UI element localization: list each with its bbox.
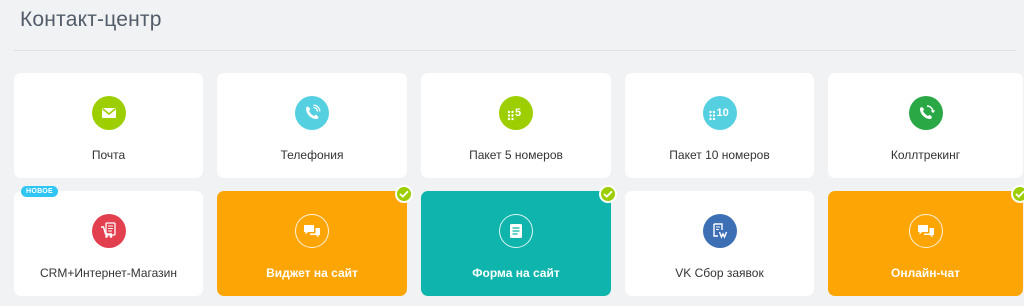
tile-site-form[interactable]: Форма на сайт <box>421 185 617 296</box>
tile-label: Почта <box>91 148 126 162</box>
tile-site-widget[interactable]: Виджет на сайт <box>217 185 413 296</box>
tile-calltracking[interactable]: Коллтрекинг <box>828 73 1023 178</box>
chat-bubbles-icon <box>295 214 329 248</box>
phone-icon <box>295 96 329 130</box>
connected-check-icon <box>599 185 617 203</box>
five-numbers-icon: 5 <box>499 96 533 130</box>
shop-cart-icon <box>91 214 126 248</box>
calltracking-icon <box>908 96 943 130</box>
tile-online-chat[interactable]: Онлайн-чат <box>828 185 1024 296</box>
tile-label: Виджет на сайт <box>266 266 358 280</box>
tile-package-10-numbers[interactable]: 10 Пакет 10 номеров <box>625 73 814 178</box>
form-icon <box>499 214 533 248</box>
tile-label: CRM+Интернет-Магазин <box>40 266 177 280</box>
new-badge: НОВОЕ <box>21 186 58 197</box>
page-title: Контакт-центр <box>20 8 162 31</box>
tile-label: Форма на сайт <box>472 266 560 280</box>
connected-check-icon <box>1011 185 1024 203</box>
tile-label: Онлайн-чат <box>890 266 961 280</box>
svg-text:5: 5 <box>515 107 521 119</box>
tile-vk-leads[interactable]: VK Сбор заявок <box>625 191 814 296</box>
tile-telephony[interactable]: Телефония <box>217 73 407 178</box>
vk-leads-icon <box>702 214 737 248</box>
tile-label: Телефония <box>280 148 344 162</box>
tile-mail[interactable]: Почта <box>14 73 203 178</box>
connected-check-icon <box>395 185 413 203</box>
chat-bubbles-icon <box>908 214 943 248</box>
mail-icon <box>91 96 126 130</box>
tile-label: Пакет 10 номеров <box>669 148 770 162</box>
tile-crm-shop[interactable]: НОВОЕ CRM+Интернет-Магазин <box>14 186 203 296</box>
tile-package-5-numbers[interactable]: 5 Пакет 5 номеров <box>421 73 611 178</box>
contact-center-grid: Почта Телефония 5 Пакет 5 номеров 10 Пак… <box>14 73 1024 296</box>
ten-numbers-icon: 10 <box>702 96 737 130</box>
tile-label: VK Сбор заявок <box>675 266 764 280</box>
header-divider <box>14 50 1016 51</box>
tile-label: Коллтрекинг <box>890 148 961 162</box>
tile-label: Пакет 5 номеров <box>469 148 563 162</box>
svg-text:10: 10 <box>716 107 728 119</box>
